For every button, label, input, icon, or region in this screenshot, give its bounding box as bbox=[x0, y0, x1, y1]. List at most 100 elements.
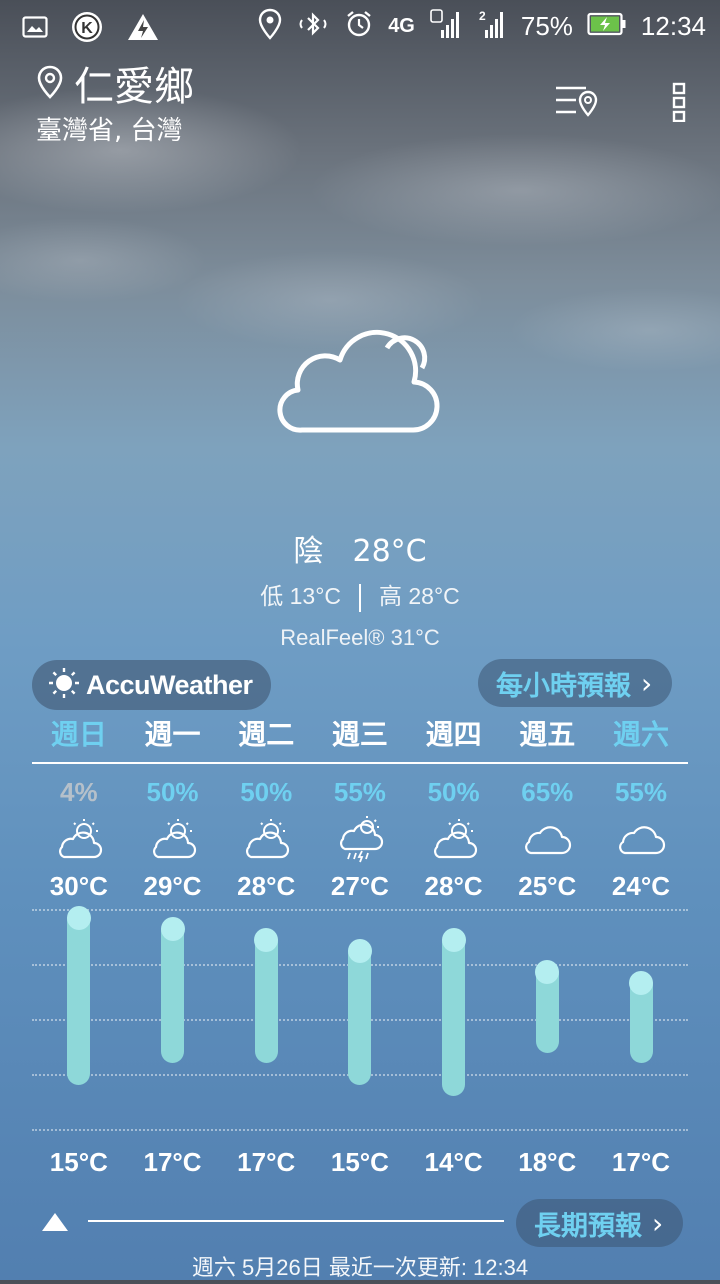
location-region: 臺灣省, 台灣 bbox=[36, 116, 183, 146]
temp-high-marker bbox=[254, 927, 279, 952]
precip-chance: 50% bbox=[146, 777, 199, 807]
precip-chance: 65% bbox=[521, 777, 574, 807]
high-temp: 30°C bbox=[49, 871, 108, 901]
long-term-forecast-label: 長期預報 bbox=[534, 1210, 642, 1242]
image-icon bbox=[22, 16, 48, 43]
low-temp: 15°C bbox=[49, 1147, 108, 1177]
temp-high-marker bbox=[66, 906, 91, 930]
day-label[interactable]: 週二 bbox=[219, 712, 313, 762]
battery-percent: 75% bbox=[520, 11, 573, 41]
precip-chance: 50% bbox=[427, 777, 480, 807]
signal-sim1-icon bbox=[429, 8, 463, 45]
precip-chance: 50% bbox=[240, 777, 293, 807]
forecast-day-column[interactable]: 50% 29°C bbox=[126, 772, 220, 906]
chevron-right-icon: › bbox=[641, 666, 653, 700]
location-pin-icon bbox=[258, 8, 282, 45]
forecast-day-column[interactable]: 4% 30°C bbox=[32, 772, 126, 906]
forecast-day-column[interactable]: 65% 25°C bbox=[500, 772, 594, 906]
current-conditions: 陰 28°C 低 13°C 高 28°C RealFeel® 31°C bbox=[0, 530, 720, 654]
hourly-forecast-label: 每小時預報 bbox=[496, 670, 631, 702]
forecast-columns: 4% 30°C 50% 29°C 50% 28°C 55% 27°C 50% 28°C 65% 25°… bbox=[32, 772, 688, 906]
hourly-forecast-button[interactable]: 每小時預報 › bbox=[478, 659, 673, 707]
cloud-icon bbox=[500, 812, 594, 866]
forecast-day-column[interactable]: 50% 28°C bbox=[407, 772, 501, 906]
low-temp: 18°C bbox=[518, 1147, 577, 1177]
location-pin-icon bbox=[36, 64, 64, 110]
status-bar: K 4G 2 75% 12:34 bbox=[0, 0, 720, 52]
chevron-right-icon: › bbox=[652, 1206, 664, 1240]
temp-range-bar bbox=[535, 960, 560, 1053]
low-temp: 17°C bbox=[237, 1147, 296, 1177]
k-circle-icon: K bbox=[70, 10, 104, 49]
cloud-icon bbox=[594, 812, 688, 866]
day-label[interactable]: 週六 bbox=[594, 712, 688, 762]
accuweather-logo[interactable]: AccuWeather bbox=[32, 660, 271, 710]
temp-high-marker bbox=[629, 971, 654, 996]
temp-range-bar bbox=[347, 938, 372, 1086]
day-label[interactable]: 週五 bbox=[500, 712, 594, 762]
day-label[interactable]: 週四 bbox=[407, 712, 501, 762]
thunder-shower-icon bbox=[313, 812, 407, 866]
partly-sunny-icon bbox=[407, 812, 501, 866]
current-temp: 28°C bbox=[352, 534, 427, 569]
warning-triangle-icon bbox=[126, 12, 160, 47]
high-temp: 25°C bbox=[518, 871, 577, 901]
bluetooth-icon bbox=[296, 10, 330, 43]
partly-sunny-icon bbox=[219, 812, 313, 866]
divider bbox=[359, 583, 361, 612]
temp-high-marker bbox=[535, 960, 560, 985]
low-temp: 17°C bbox=[611, 1147, 671, 1177]
svg-text:2: 2 bbox=[479, 9, 486, 23]
high-temp: 24°C bbox=[611, 871, 671, 901]
long-term-forecast-button[interactable]: 長期預報 › bbox=[516, 1199, 684, 1247]
forecast-lows: 15°C 17°C 17°C 15°C 14°C 18°C 17°C bbox=[32, 1142, 688, 1182]
grid-line bbox=[32, 909, 688, 911]
more-menu-icon[interactable] bbox=[672, 82, 686, 126]
collapse-up-icon[interactable] bbox=[40, 1210, 70, 1238]
temp-range-bar bbox=[629, 971, 654, 1064]
brand-name: AccuWeather bbox=[86, 669, 253, 700]
clock-time: 12:34 bbox=[640, 11, 706, 41]
temp-high-marker bbox=[160, 916, 185, 941]
low-temp: 14°C bbox=[424, 1147, 483, 1177]
alarm-icon bbox=[344, 9, 374, 44]
forecast-days-header: 週日 週一 週二 週三 週四 週五 週六 bbox=[32, 712, 688, 762]
day-label[interactable]: 週一 bbox=[126, 712, 220, 762]
temp-range-bar bbox=[441, 927, 466, 1096]
location-header[interactable]: 仁愛鄉 臺灣省, 台灣 bbox=[36, 64, 194, 147]
high-temp: 高 28°C bbox=[379, 583, 460, 609]
day-label[interactable]: 週日 bbox=[32, 712, 126, 762]
battery-charging-icon bbox=[587, 11, 627, 42]
low-temp: 17°C bbox=[143, 1147, 202, 1177]
precip-chance: 55% bbox=[333, 777, 386, 807]
cloudy-icon bbox=[272, 318, 442, 446]
forecast-day-column[interactable]: 55% 27°C bbox=[313, 772, 407, 906]
precip-chance: 55% bbox=[614, 777, 667, 807]
temp-range-bar bbox=[160, 916, 185, 1064]
temp-high-marker bbox=[347, 938, 372, 963]
sun-icon bbox=[48, 667, 80, 703]
low-temp: 低 13°C bbox=[260, 583, 341, 609]
last-updated: 週六 5月26日 最近一次更新: 12:34 bbox=[191, 1255, 529, 1280]
signal-sim2-icon: 2 bbox=[477, 8, 507, 45]
high-temp: 27°C bbox=[330, 871, 389, 901]
temp-range-bar bbox=[254, 927, 279, 1064]
realfeel-temp: RealFeel® 31°C bbox=[280, 625, 440, 650]
location-list-icon[interactable] bbox=[554, 82, 600, 126]
precip-chance: 4% bbox=[60, 777, 98, 807]
temp-range-bar bbox=[66, 906, 91, 1086]
grid-line bbox=[32, 1129, 688, 1131]
partly-sunny-icon bbox=[126, 812, 220, 866]
forecast-day-column[interactable]: 55% 24°C bbox=[594, 772, 688, 906]
location-city: 仁愛鄉 bbox=[74, 64, 194, 110]
network-type: 4G bbox=[388, 15, 415, 37]
high-temp: 28°C bbox=[424, 871, 483, 901]
forecast-day-column[interactable]: 50% 28°C bbox=[219, 772, 313, 906]
header-divider bbox=[32, 762, 688, 764]
partly-sunny-icon bbox=[32, 812, 126, 866]
temp-high-marker bbox=[441, 927, 466, 952]
high-temp: 29°C bbox=[143, 871, 202, 901]
day-label[interactable]: 週三 bbox=[313, 712, 407, 762]
low-temp: 15°C bbox=[330, 1147, 389, 1177]
bottom-divider bbox=[88, 1220, 504, 1222]
